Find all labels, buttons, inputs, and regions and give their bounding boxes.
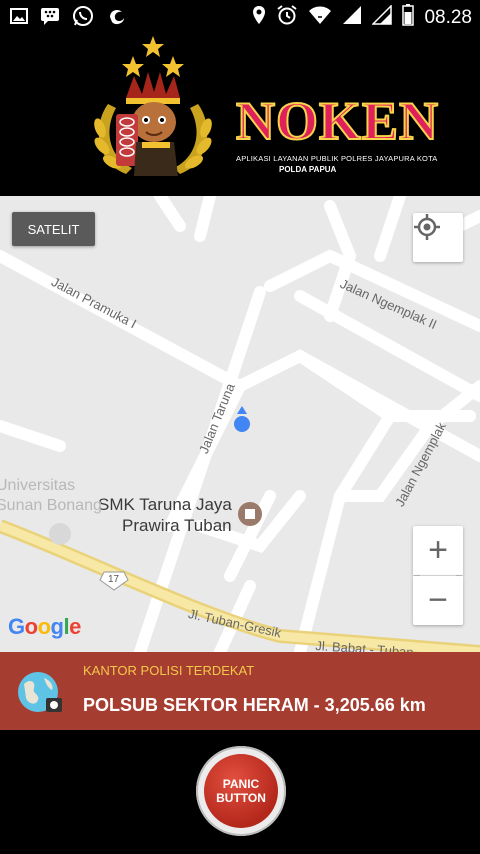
- panic-button[interactable]: PANIC BUTTON: [196, 746, 286, 836]
- status-bar: 08.28: [0, 0, 480, 34]
- zoom-in-button[interactable]: +: [413, 526, 463, 575]
- brand-subtitle: APLIKASI LAYANAN PUBLIK POLRES JAYAPURA …: [236, 154, 438, 163]
- globe-icon: [16, 670, 64, 716]
- school-label-line2: Prawira Tuban: [122, 516, 232, 535]
- signal-icon-2: [371, 4, 393, 30]
- my-location-button[interactable]: [413, 213, 463, 262]
- route-number: 17: [108, 574, 120, 585]
- whatsapp-icon: [72, 5, 94, 32]
- nearest-station-label: KANTOR POLISI TERDEKAT: [83, 663, 255, 678]
- police-emblem-logo: [86, 36, 220, 186]
- brand-region: POLDA PAPUA: [279, 165, 337, 174]
- university-label: Universitas Sunan Bonang: [0, 476, 102, 516]
- map-view[interactable]: Jalan Pramuka I Jalan Ngemplak II Jalan …: [0, 196, 480, 652]
- uc-browser-icon: [106, 5, 128, 32]
- google-logo: Google: [8, 614, 81, 639]
- nearest-station-bar[interactable]: KANTOR POLISI TERDEKAT POLSUB SEKTOR HER…: [0, 652, 480, 730]
- panic-label-line2: BUTTON: [216, 791, 266, 805]
- university-marker-icon: [49, 523, 71, 545]
- crosshair-icon: [414, 214, 440, 240]
- clock: 08.28: [424, 6, 472, 28]
- bbm-icon: [40, 7, 60, 30]
- battery-icon: [402, 4, 415, 31]
- app-header: NOKEN APLIKASI LAYANAN PUBLIK POLRES JAY…: [0, 34, 480, 196]
- university-label-line1: Universitas: [0, 477, 76, 494]
- panic-label-line1: PANIC: [222, 777, 260, 791]
- zoom-out-button[interactable]: −: [413, 576, 463, 625]
- location-icon: [252, 5, 266, 30]
- map-roads: [0, 196, 480, 652]
- school-label-line1: SMK Taruna Jaya: [98, 495, 232, 514]
- satellite-toggle-button[interactable]: SATELIT: [12, 212, 95, 246]
- university-label-line2: Sunan Bonang: [0, 497, 102, 514]
- nearest-station-value: POLSUB SEKTOR HERAM - 3,205.66 km: [83, 695, 426, 715]
- bottom-panel: PANIC BUTTON: [0, 730, 480, 854]
- school-marker-icon: [238, 502, 262, 526]
- panic-button-face[interactable]: PANIC BUTTON: [204, 754, 278, 828]
- wifi-icon: [308, 5, 332, 30]
- signal-icon: [342, 5, 362, 30]
- brand-title: NOKEN: [235, 90, 440, 152]
- school-label[interactable]: SMK Taruna Jaya Prawira Tuban: [98, 494, 232, 536]
- current-location-dot: [234, 406, 250, 432]
- alarm-icon: [276, 4, 298, 31]
- gallery-icon: [10, 8, 28, 29]
